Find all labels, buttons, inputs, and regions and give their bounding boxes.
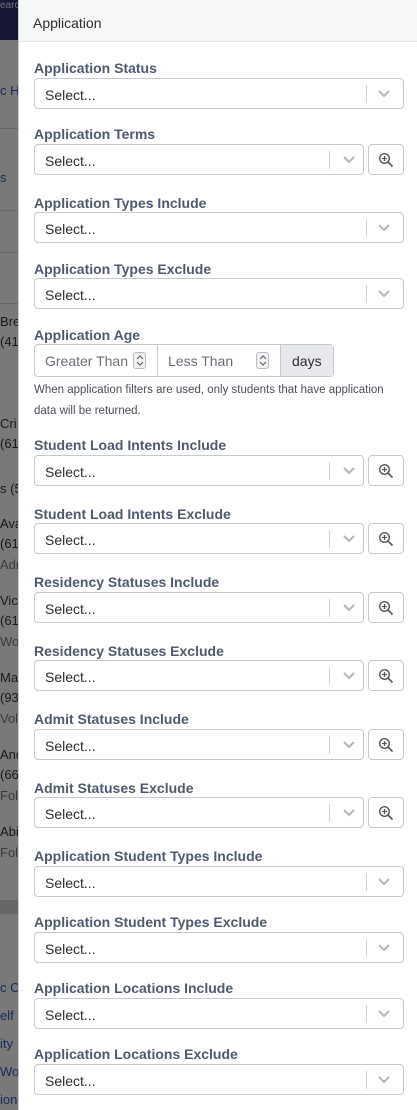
student-load-intents-exclude-select[interactable]: Select...	[34, 523, 364, 554]
application-locations-exclude-label: Application Locations Exclude	[34, 1046, 238, 1062]
age-greater-than-input[interactable]: Greater Than	[35, 345, 158, 376]
chevron-down-icon[interactable]	[376, 876, 392, 888]
select-placeholder: Select...	[45, 287, 96, 303]
student-load-intents-exclude-lookup-button[interactable]	[368, 523, 404, 554]
application-student-types-exclude-label: Application Student Types Exclude	[34, 914, 268, 930]
select-separator	[329, 599, 330, 617]
chevron-down-icon[interactable]	[376, 222, 392, 234]
chevron-down-icon[interactable]	[376, 288, 392, 300]
application-types-exclude-label: Application Types Exclude	[34, 261, 212, 277]
age-greater-than-placeholder: Greater Than	[45, 353, 129, 369]
application-terms-label: Application Terms	[34, 126, 156, 142]
residency-statuses-include-select[interactable]: Select...	[34, 592, 364, 623]
chevron-down-icon[interactable]	[341, 739, 357, 751]
select-separator	[329, 804, 330, 822]
application-locations-include-select[interactable]: Select...	[34, 998, 404, 1029]
application-locations-exclude-select[interactable]: Select...	[34, 1064, 404, 1095]
application-age-help-text: When application filters are used, only …	[34, 384, 384, 417]
student-load-intents-include-label: Student Load Intents Include	[34, 437, 227, 453]
select-separator	[329, 736, 330, 754]
select-placeholder: Select...	[45, 806, 96, 822]
select-separator	[366, 85, 367, 103]
magnifier-plus-icon	[378, 805, 394, 821]
magnifier-plus-icon	[378, 737, 394, 753]
application-age-group: Greater Than Less Than days	[34, 344, 334, 377]
residency-statuses-exclude-lookup-button[interactable]	[368, 660, 404, 691]
student-load-intents-exclude-label: Student Load Intents Exclude	[34, 506, 231, 522]
student-load-intents-include-lookup-button[interactable]	[368, 455, 404, 486]
admit-statuses-include-label: Admit Statuses Include	[34, 711, 189, 727]
select-placeholder: Select...	[45, 601, 96, 617]
residency-statuses-include-lookup-button[interactable]	[368, 592, 404, 623]
admit-statuses-exclude-lookup-button[interactable]	[368, 797, 404, 828]
select-separator	[329, 530, 330, 548]
chevron-down-icon[interactable]	[376, 1074, 392, 1086]
select-separator	[366, 219, 367, 237]
chevron-down-icon[interactable]	[341, 670, 357, 682]
select-separator	[329, 667, 330, 685]
age-unit-label: days	[292, 353, 322, 369]
chevron-down-icon[interactable]	[376, 942, 392, 954]
chevron-down-icon[interactable]	[341, 602, 357, 614]
application-status-select[interactable]: Select...	[34, 78, 404, 109]
chevron-down-icon[interactable]	[341, 533, 357, 545]
magnifier-plus-icon	[378, 531, 394, 547]
admit-statuses-include-select[interactable]: Select...	[34, 729, 364, 760]
residency-statuses-exclude-select[interactable]: Select...	[34, 660, 364, 691]
application-terms-select[interactable]: Select...	[34, 144, 364, 175]
select-separator	[366, 1005, 367, 1023]
magnifier-plus-icon	[378, 668, 394, 684]
select-placeholder: Select...	[45, 87, 96, 103]
age-less-than-input[interactable]: Less Than	[158, 345, 281, 376]
panel-header: Application	[19, 0, 417, 42]
application-types-include-select[interactable]: Select...	[34, 212, 404, 243]
application-types-include-label: Application Types Include	[34, 195, 207, 211]
select-placeholder: Select...	[45, 464, 96, 480]
residency-statuses-include-label: Residency Statuses Include	[34, 574, 220, 590]
select-placeholder: Select...	[45, 875, 96, 891]
select-placeholder: Select...	[45, 1007, 96, 1023]
select-placeholder: Select...	[45, 941, 96, 957]
select-placeholder: Select...	[45, 532, 96, 548]
chevron-down-icon[interactable]	[376, 1008, 392, 1020]
application-terms-lookup-button[interactable]	[368, 144, 404, 175]
application-student-types-exclude-select[interactable]: Select...	[34, 932, 404, 963]
chevron-down-icon[interactable]	[341, 465, 357, 477]
select-placeholder: Select...	[45, 221, 96, 237]
magnifier-plus-icon	[378, 152, 394, 168]
admit-statuses-exclude-select[interactable]: Select...	[34, 797, 364, 828]
application-age-label: Application Age	[34, 327, 141, 343]
spinner-arrows-icon[interactable]	[133, 352, 146, 369]
chevron-down-icon[interactable]	[341, 807, 357, 819]
chevron-down-icon[interactable]	[376, 88, 392, 100]
residency-statuses-exclude-label: Residency Statuses Exclude	[34, 643, 224, 659]
select-separator	[329, 462, 330, 480]
application-locations-include-label: Application Locations Include	[34, 980, 234, 996]
application-types-exclude-select[interactable]: Select...	[34, 278, 404, 309]
select-separator	[366, 1071, 367, 1089]
select-separator	[366, 285, 367, 303]
select-placeholder: Select...	[45, 738, 96, 754]
select-placeholder: Select...	[45, 1073, 96, 1089]
panel-title: Application	[33, 15, 102, 31]
select-separator	[366, 873, 367, 891]
student-load-intents-include-select[interactable]: Select...	[34, 455, 364, 486]
magnifier-plus-icon	[378, 600, 394, 616]
application-student-types-include-label: Application Student Types Include	[34, 848, 263, 864]
select-separator	[329, 151, 330, 169]
magnifier-plus-icon	[378, 463, 394, 479]
age-less-than-placeholder: Less Than	[168, 353, 234, 369]
spinner-arrows-icon[interactable]	[256, 352, 269, 369]
select-separator	[366, 939, 367, 957]
chevron-down-icon[interactable]	[341, 154, 357, 166]
admit-statuses-exclude-label: Admit Statuses Exclude	[34, 780, 194, 796]
admit-statuses-include-lookup-button[interactable]	[368, 729, 404, 760]
application-status-label: Application Status	[34, 60, 157, 76]
select-placeholder: Select...	[45, 669, 96, 685]
select-placeholder: Select...	[45, 153, 96, 169]
application-student-types-include-select[interactable]: Select...	[34, 866, 404, 897]
application-filter-panel: Application Application Status Select...…	[18, 0, 417, 1110]
age-unit-addon: days	[281, 345, 333, 376]
